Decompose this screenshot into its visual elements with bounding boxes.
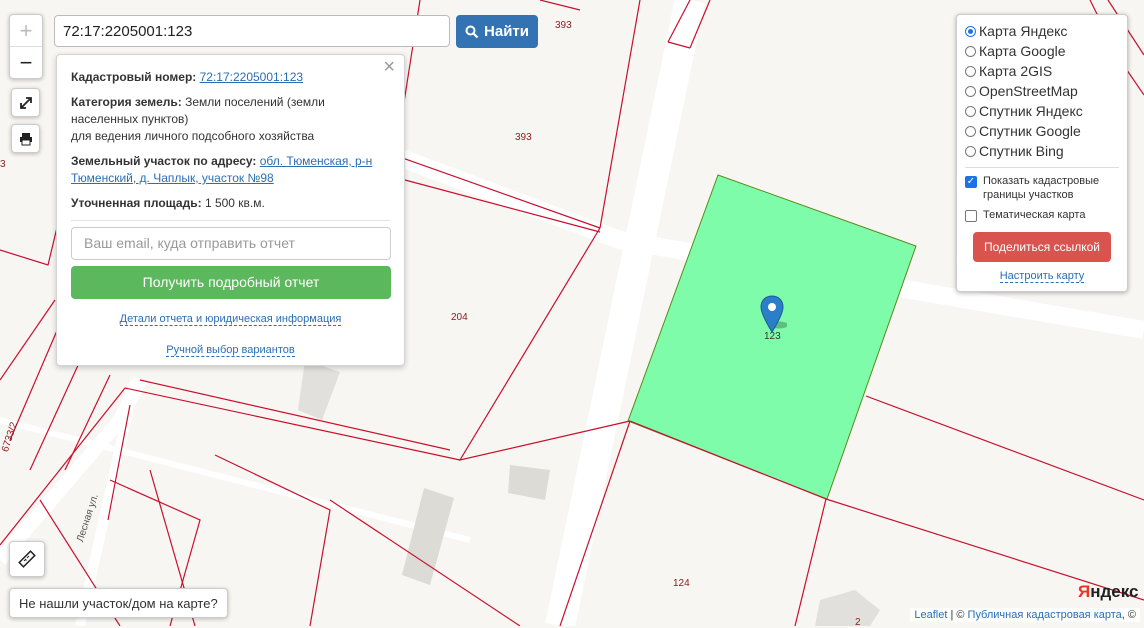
- map-marker-icon[interactable]: [759, 295, 787, 335]
- checkbox-label: Показать кадастровые границы участков: [983, 175, 1100, 201]
- divider: [71, 220, 390, 221]
- ruler-icon: [18, 550, 36, 568]
- ruler-button[interactable]: [9, 541, 45, 577]
- layer-option-label: Спутник Google: [979, 123, 1081, 139]
- print-button[interactable]: [11, 124, 40, 153]
- parcel-label: 204: [451, 312, 468, 323]
- parcel-label: 393: [515, 132, 532, 143]
- cadastral-map-link[interactable]: Публичная кадастровая карта: [968, 609, 1122, 621]
- share-link-button[interactable]: Поделиться ссылкой: [973, 232, 1111, 262]
- manual-selection-link[interactable]: Ручной выбор вариантов: [166, 344, 295, 357]
- attribution-sep: | ©: [947, 609, 968, 621]
- thematic-map-checkbox[interactable]: Тематическая карта: [965, 208, 1119, 222]
- radio-icon: [965, 105, 976, 117]
- printer-icon: [19, 132, 32, 145]
- layer-option-label: OpenStreetMap: [979, 83, 1078, 99]
- layer-option-label: Карта 2GIS: [979, 63, 1053, 79]
- layer-option-2gis-map[interactable]: Карта 2GIS: [965, 61, 1119, 81]
- search-button[interactable]: Найти: [456, 15, 538, 48]
- close-icon[interactable]: ×: [383, 57, 395, 77]
- land-category-label: Категория земель:: [71, 95, 182, 109]
- cadastral-number-label: Кадастровый номер:: [71, 70, 197, 84]
- zoom-in-button[interactable]: +: [10, 15, 42, 47]
- cadastral-number-link[interactable]: 72:17:2205001:123: [200, 70, 303, 84]
- fullscreen-button[interactable]: [11, 88, 40, 117]
- radio-icon: [965, 65, 976, 77]
- expand-icon: [19, 96, 32, 109]
- parcel-label: 3: [0, 159, 6, 170]
- cadastral-search-input[interactable]: [54, 15, 450, 47]
- divider: [965, 167, 1119, 168]
- area-value: 1 500 кв.м.: [204, 196, 265, 210]
- radio-icon: [965, 85, 976, 97]
- configure-map-link[interactable]: Настроить карту: [999, 270, 1085, 283]
- radio-icon: [965, 125, 976, 137]
- radio-icon: [965, 45, 976, 57]
- checkmark-icon: ✓: [965, 176, 977, 188]
- layer-option-label: Спутник Яндекс: [979, 103, 1083, 119]
- area-label: Уточненная площадь:: [71, 196, 202, 210]
- get-report-button[interactable]: Получить подробный отчет: [71, 266, 391, 299]
- radio-icon: [965, 145, 976, 157]
- logo-letter: Я: [1078, 582, 1091, 601]
- parcel-label: 124: [673, 578, 690, 589]
- layer-option-label: Спутник Bing: [979, 143, 1064, 159]
- layer-option-google-satellite[interactable]: Спутник Google: [965, 121, 1119, 141]
- layer-option-bing-satellite[interactable]: Спутник Bing: [965, 141, 1119, 161]
- layer-option-yandex-map[interactable]: Карта Яндекс: [965, 21, 1119, 41]
- zoom-control: + −: [9, 14, 43, 79]
- layer-option-yandex-satellite[interactable]: Спутник Яндекс: [965, 101, 1119, 121]
- search-icon: [465, 25, 479, 38]
- layer-option-label: Карта Яндекс: [979, 23, 1068, 39]
- email-field[interactable]: Ваш email, куда отправить отчет: [71, 227, 391, 260]
- leaflet-link[interactable]: Leaflet: [914, 609, 947, 621]
- parcel-label: 393: [555, 20, 572, 31]
- parcel-info-popup: × Кадастровый номер: 72:17:2205001:123 К…: [56, 54, 405, 366]
- address-label: Земельный участок по адресу:: [71, 154, 257, 168]
- search-button-label: Найти: [484, 23, 529, 40]
- show-boundaries-checkbox[interactable]: ✓ Показать кадастровые границы участков: [965, 174, 1119, 202]
- zoom-out-button[interactable]: −: [10, 47, 42, 78]
- parcel-label: 2: [855, 617, 861, 628]
- layer-option-google-map[interactable]: Карта Google: [965, 41, 1119, 61]
- not-found-button[interactable]: Не нашли участок/дом на карте?: [9, 588, 228, 618]
- attribution-tail: , ©: [1121, 609, 1136, 621]
- report-details-link[interactable]: Детали отчета и юридическая информация: [119, 313, 342, 326]
- radio-icon: [965, 25, 976, 37]
- layer-option-label: Карта Google: [979, 43, 1066, 59]
- checkbox-icon: [965, 210, 977, 222]
- yandex-logo: Яндекс: [1078, 582, 1138, 602]
- land-use-value: для ведения личного подсобного хозяйства: [71, 129, 315, 143]
- map-attribution: Leaflet | © Публичная кадастровая карта,…: [910, 608, 1140, 622]
- logo-text: ндекс: [1090, 582, 1139, 601]
- checkbox-label: Тематическая карта: [983, 209, 1086, 221]
- layer-option-osm[interactable]: OpenStreetMap: [965, 81, 1119, 101]
- layer-switcher: Карта Яндекс Карта Google Карта 2GIS Ope…: [956, 14, 1128, 292]
